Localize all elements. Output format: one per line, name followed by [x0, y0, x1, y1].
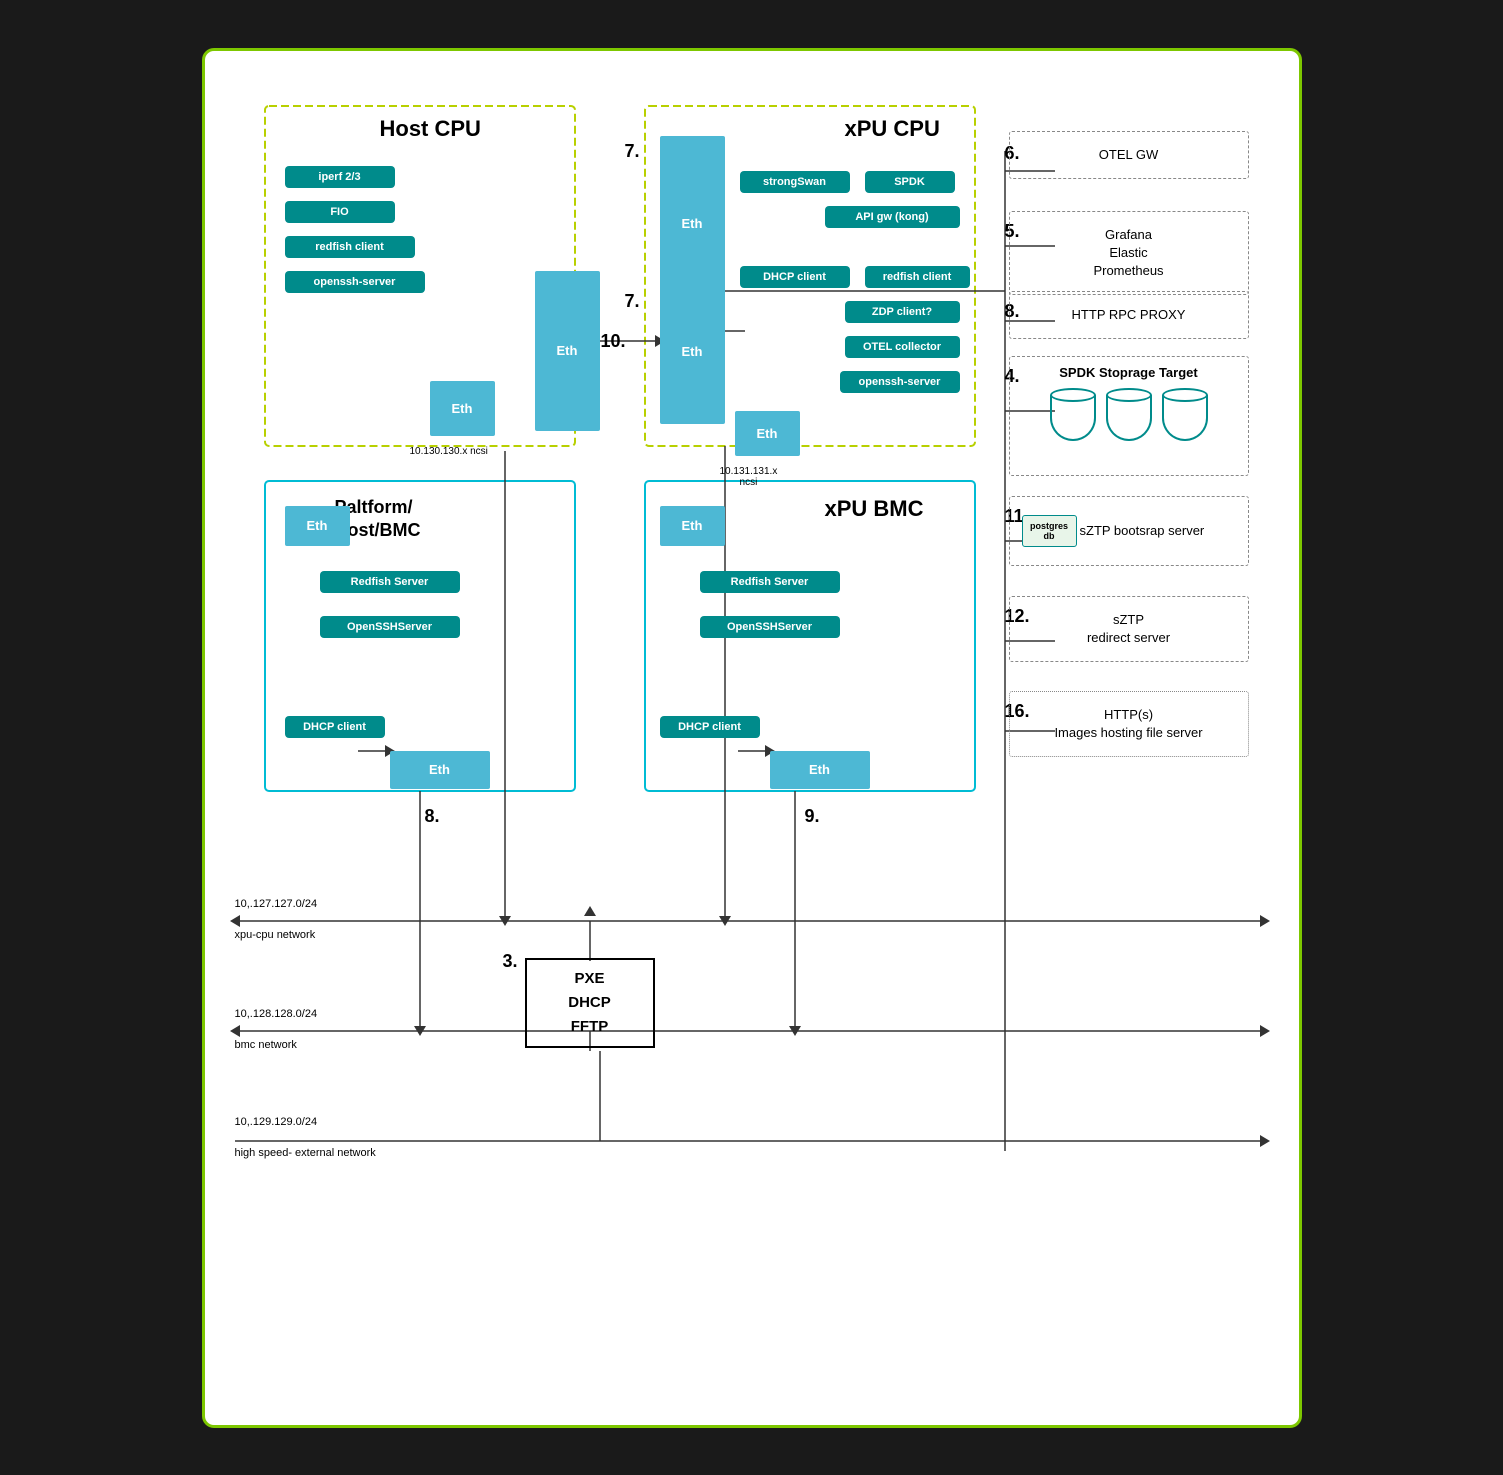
openssh-xpu-btn: openssh-server [840, 371, 960, 393]
sztp-bootstrap-label: sZTP bootsrap server [1080, 523, 1205, 538]
network-label-2: bmc network [235, 1039, 297, 1051]
redfish-server-platform: Redfish Server [320, 571, 460, 593]
spdk-btn: SPDK [865, 171, 955, 193]
images-hosting-label: HTTP(s) Images hosting file server [1010, 692, 1248, 756]
diagram-area: Host CPU iperf 2/3 FIO redfish client op… [205, 51, 1299, 1425]
otel-gw-box: OTEL GW [1009, 131, 1249, 179]
pxe-line2: DHCP [568, 991, 611, 1015]
step-10: 10. [601, 331, 626, 352]
dhcp-platform: DHCP client [285, 716, 385, 738]
xpu-bmc-eth-bot: Eth [770, 751, 870, 789]
dhcp-client-xpu-btn: DHCP client [740, 266, 850, 288]
sztp-bootstrap-box: postgresdb sZTP bootsrap server [1009, 496, 1249, 566]
host-cpu-title: Host CPU [380, 116, 481, 142]
platform-eth-top: Eth [285, 506, 350, 546]
spdk-storage-label: SPDK Stoprage Target [1010, 357, 1248, 388]
host-cpu-eth: Eth [430, 381, 495, 436]
platform-eth-bot: Eth [390, 751, 490, 789]
network-label-1: xpu-cpu network [235, 929, 316, 941]
strongswan-btn: strongSwan [740, 171, 850, 193]
pxe-step-label: 3. [503, 951, 518, 972]
step-7-top: 7. [625, 141, 640, 162]
redfish-server-xpu-bmc: Redfish Server [700, 571, 840, 593]
iperf-btn: iperf 2/3 [285, 166, 395, 188]
ncsi-label-xpu: 10.131.131.xncsi [720, 466, 778, 488]
network-ip-1: 10,.127.127.0/24 [235, 898, 318, 910]
http-rpc-label: HTTP RPC PROXY [1010, 292, 1248, 338]
postgres-icon: postgresdb [1022, 515, 1077, 547]
http-rpc-box: HTTP RPC PROXY [1009, 291, 1249, 339]
otel-gw-label: OTEL GW [1010, 132, 1248, 178]
pxe-line1: PXE [574, 967, 604, 991]
grafana-box: Grafana Elastic Prometheus [1009, 211, 1249, 296]
openssh-server-xpu-bmc: OpenSSHServer [700, 616, 840, 638]
step-8-left: 8. [425, 806, 440, 827]
openssh-server-btn: openssh-server [285, 271, 425, 293]
main-diagram: Host CPU iperf 2/3 FIO redfish client op… [202, 48, 1302, 1428]
otel-collector-btn: OTEL collector [845, 336, 960, 358]
redfish-client-xpu-btn: redfish client [865, 266, 970, 288]
pxe-line3: FFTP [571, 1015, 609, 1039]
images-hosting-box: HTTP(s) Images hosting file server [1009, 691, 1249, 757]
xpu-cpu-eth-mid: Eth [660, 279, 725, 424]
sztp-redirect-label: sZTP redirect server [1010, 597, 1248, 661]
pxe-box: PXE DHCP FFTP [525, 958, 655, 1048]
zdp-client-btn: ZDP client? [845, 301, 960, 323]
spdk-storage-box: SPDK Stoprage Target [1009, 356, 1249, 476]
api-gw-btn: API gw (kong) [825, 206, 960, 228]
sztp-redirect-box: sZTP redirect server [1009, 596, 1249, 662]
xpu-cpu-eth-bot: Eth [735, 411, 800, 456]
xpu-cpu-title: xPU CPU [845, 116, 940, 142]
step-7-mid: 7. [625, 291, 640, 312]
network-ip-3: 10,.129.129.0/24 [235, 1116, 318, 1128]
openssh-server-platform: OpenSSHServer [320, 616, 460, 638]
ncsi-label-host: 10.130.130.x ncsi [410, 446, 488, 457]
fio-btn: FIO [285, 201, 395, 223]
network-ip-2: 10,.128.128.0/24 [235, 1008, 318, 1020]
xpu-bmc-title: xPU BMC [825, 496, 924, 522]
dhcp-xpu-bmc: DHCP client [660, 716, 760, 738]
xpu-bmc-eth-top: Eth [660, 506, 725, 546]
host-cpu-eth2: Eth [535, 271, 600, 431]
step-9: 9. [805, 806, 820, 827]
grafana-label: Grafana Elastic Prometheus [1010, 212, 1248, 295]
network-label-3: high speed- external network [235, 1146, 376, 1160]
redfish-client-btn: redfish client [285, 236, 415, 258]
